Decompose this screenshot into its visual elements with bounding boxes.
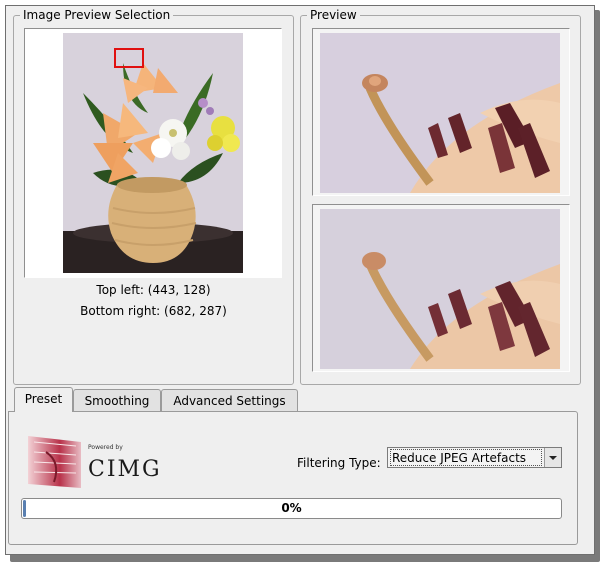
tab-bar: Preset Smoothing Advanced Settings <box>14 387 314 412</box>
dropdown-arrow-button[interactable] <box>544 448 561 467</box>
cimg-logo: Powered by CIMG <box>26 432 176 492</box>
logo-name: CIMG <box>88 457 162 482</box>
progress-bar: 0% <box>21 498 562 519</box>
original-preview-frame <box>312 28 570 196</box>
image-preview-selection-title: Image Preview Selection <box>20 7 174 23</box>
tab-advanced-settings[interactable]: Advanced Settings <box>161 389 298 411</box>
filtered-preview-frame <box>312 204 570 372</box>
progress-text: 0% <box>281 501 302 515</box>
chevron-down-icon <box>549 456 557 460</box>
preview-group: Preview <box>300 7 581 385</box>
tab-smoothing[interactable]: Smoothing <box>73 389 161 411</box>
cimg-logo-graphic: Powered by CIMG <box>28 436 162 488</box>
original-preview-image <box>320 33 560 193</box>
bottom-right-coordinates: Bottom right: (682, 287) <box>80 304 227 318</box>
preview-title: Preview <box>307 7 360 23</box>
tab-preset[interactable]: Preset <box>14 387 73 412</box>
filtering-type-select[interactable]: Reduce JPEG Artefacts <box>387 447 562 468</box>
image-preview-selection-group: Image Preview Selection Top left: (443, … <box>13 7 294 385</box>
flower-thumbnail[interactable] <box>63 33 243 273</box>
filtering-type-value: Reduce JPEG Artefacts <box>390 449 542 466</box>
filtering-type-label: Filtering Type: <box>297 456 381 470</box>
filtered-preview-image <box>320 209 560 369</box>
top-left-coordinates: Top left: (443, 128) <box>96 283 211 297</box>
logo-powered-by: Powered by <box>88 444 123 451</box>
thumbnail-frame <box>24 28 282 278</box>
